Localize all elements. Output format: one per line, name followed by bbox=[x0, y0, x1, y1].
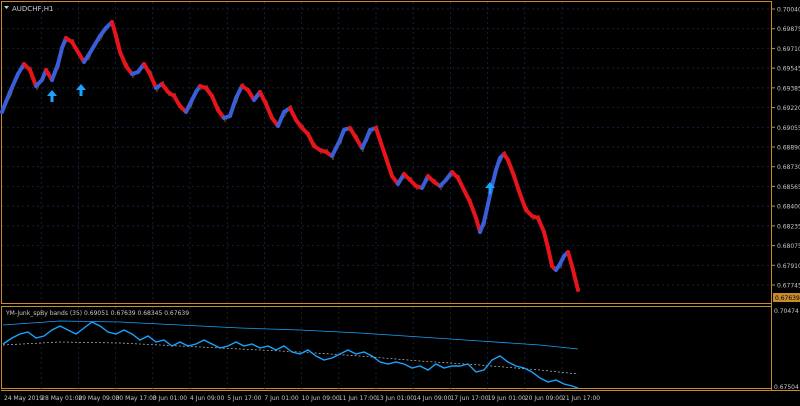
price-line-secondary bbox=[2, 24, 580, 288]
price-tick-label: 0.70040 bbox=[777, 7, 800, 14]
down-segment bbox=[378, 138, 388, 160]
up-segment bbox=[228, 96, 238, 118]
price-tick-label: 0.69055 bbox=[777, 125, 800, 132]
indicator-title: YM-Junk_spBy bands (35) 0.69051 0.67639 … bbox=[5, 310, 189, 317]
time-tick-label: 14 Jun 09:00 bbox=[413, 395, 451, 402]
indicator-upper-band bbox=[2, 320, 579, 350]
down-segment bbox=[384, 156, 394, 178]
time-tick-label: 30 May 17:00 bbox=[116, 395, 157, 402]
time-tick-label: 19 Jun 01:00 bbox=[488, 395, 526, 402]
down-segment bbox=[546, 246, 554, 268]
time-tick-label: 28 May 01:00 bbox=[41, 395, 82, 402]
up-segment bbox=[188, 90, 198, 106]
up-arrow-head bbox=[47, 90, 57, 96]
down-segment bbox=[148, 72, 158, 90]
time-tick-label: 29 May 09:00 bbox=[78, 395, 119, 402]
down-segment bbox=[462, 188, 472, 204]
price-line bbox=[1, 21, 579, 291]
down-segment bbox=[468, 200, 478, 220]
down-segment bbox=[306, 132, 316, 148]
price-tick-label: 0.68730 bbox=[777, 164, 800, 171]
down-segment bbox=[506, 158, 516, 178]
down-segment bbox=[518, 192, 528, 212]
indicator-scale-top: 0.70474 bbox=[774, 308, 799, 315]
time-tick-label: 4 Jun 09:00 bbox=[190, 395, 224, 402]
price-tick-label: 0.69545 bbox=[777, 66, 800, 73]
down-segment bbox=[512, 174, 522, 196]
time-tick-label: 7 Jun 01:00 bbox=[264, 395, 298, 402]
up-segment bbox=[50, 62, 60, 82]
price-tick-label: 0.68075 bbox=[777, 243, 800, 250]
time-tick-label: 20 Jun 09:00 bbox=[525, 395, 563, 402]
price-axis: 0.70040 0.69875 0.69710 0.69545 0.69385 0.692… bbox=[771, 7, 800, 290]
indicator-frame bbox=[1, 306, 772, 389]
current-price-label: 0.67639 bbox=[775, 295, 800, 302]
up-arrow-shaft bbox=[50, 96, 54, 102]
price-tick-label: 0.68400 bbox=[777, 204, 800, 211]
time-tick-label: 17 Jun 17:00 bbox=[450, 395, 488, 402]
time-tick-label: 10 Jun 09:00 bbox=[302, 395, 340, 402]
time-tick-label: 11 Jun 17:00 bbox=[339, 395, 377, 402]
price-tick-label: 0.69875 bbox=[777, 26, 800, 33]
up-segment bbox=[0, 90, 12, 114]
down-segment bbox=[542, 230, 550, 250]
down-segment bbox=[264, 102, 274, 120]
time-tick-label: 13 Jun 01:00 bbox=[376, 395, 414, 402]
price-tick-label: 0.68235 bbox=[777, 223, 800, 230]
price-tick-label: 0.69710 bbox=[777, 46, 800, 53]
up-arrow-icon bbox=[76, 84, 86, 96]
time-axis: 24 May 201928 May 01:0029 May 09:0030 Ma… bbox=[4, 395, 600, 402]
down-segment bbox=[114, 34, 122, 54]
chart-window[interactable]: 0.70040 0.69875 0.69710 0.69545 0.69385 0.692… bbox=[0, 0, 800, 406]
up-arrow-icon bbox=[47, 90, 57, 102]
time-tick-label: 3 Jun 01:00 bbox=[153, 395, 187, 402]
down-segment bbox=[118, 50, 128, 68]
indicator-line bbox=[2, 321, 579, 389]
indicator-scale-bottom: 0.67504 bbox=[774, 384, 799, 391]
down-segment bbox=[566, 250, 574, 268]
down-segment bbox=[258, 90, 268, 106]
chart-title: AUDCHF,H1 bbox=[12, 5, 53, 13]
up-segment bbox=[56, 46, 64, 66]
down-segment bbox=[574, 280, 580, 292]
up-segment bbox=[482, 202, 490, 224]
price-tick-label: 0.67745 bbox=[777, 283, 800, 290]
indicator-middle-band bbox=[2, 341, 579, 375]
time-tick-label: 24 May 2019 bbox=[4, 395, 43, 402]
time-tick-label: 21 Jun 17:00 bbox=[562, 395, 600, 402]
down-segment bbox=[288, 106, 298, 122]
price-tick-label: 0.68565 bbox=[777, 184, 800, 191]
up-segment bbox=[490, 168, 498, 188]
price-tick-label: 0.67910 bbox=[777, 263, 800, 270]
price-series bbox=[0, 20, 580, 292]
down-segment bbox=[28, 68, 38, 88]
up-arrow-head bbox=[76, 84, 86, 90]
price-tick-label: 0.68890 bbox=[777, 145, 800, 152]
up-arrow-shaft bbox=[488, 188, 492, 194]
price-tick-label: 0.69385 bbox=[777, 85, 800, 92]
time-tick-label: 5 Jun 17:00 bbox=[227, 395, 261, 402]
grid bbox=[2, 2, 771, 389]
down-segment bbox=[536, 216, 546, 234]
up-segment bbox=[8, 72, 20, 94]
down-segment bbox=[110, 20, 118, 38]
up-segment bbox=[276, 110, 286, 128]
down-segment bbox=[570, 264, 578, 284]
price-tick-label: 0.69220 bbox=[777, 105, 800, 112]
chart-menu-icon[interactable] bbox=[4, 6, 9, 9]
up-arrow-shaft bbox=[79, 90, 83, 96]
down-segment bbox=[456, 176, 466, 192]
indicator-series bbox=[2, 320, 579, 389]
